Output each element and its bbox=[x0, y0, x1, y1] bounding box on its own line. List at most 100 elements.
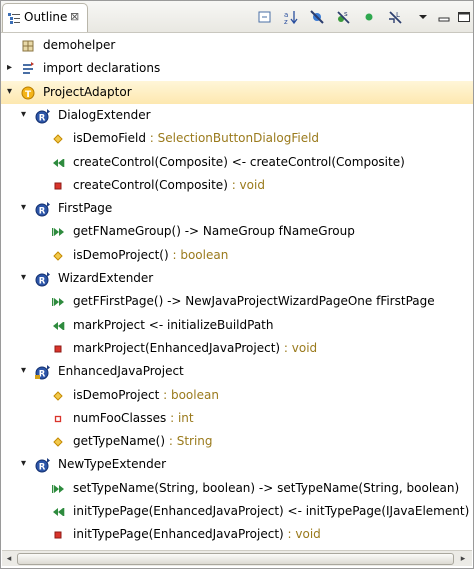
role-bound-icon: R bbox=[35, 365, 50, 380]
svg-text:T: T bbox=[25, 90, 32, 100]
close-icon[interactable]: ⊠ bbox=[70, 10, 79, 23]
tree-item[interactable]: getTypeName() : String bbox=[1, 430, 473, 453]
tree-item[interactable]: getFNameGroup() -> NameGroup fNameGroup bbox=[1, 220, 473, 243]
callout-icon bbox=[52, 485, 64, 493]
tree-item-label: createControl(Composite) <- createContro… bbox=[73, 155, 405, 169]
tree-item-label: isDemoField : SelectionButtonDialogField bbox=[73, 131, 320, 145]
private-method-icon bbox=[54, 345, 62, 353]
tree-item[interactable]: createControl(Composite) : void bbox=[1, 174, 473, 197]
twisty-collapsed-icon[interactable]: ▸ bbox=[7, 61, 17, 75]
outline-view: Outline ⊠ az s L demohelper ▸ import declara… bbox=[0, 0, 474, 569]
view-header: Outline ⊠ az s L bbox=[1, 1, 473, 33]
tree-item-label: getTypeName() : String bbox=[73, 434, 213, 448]
private-field-icon bbox=[54, 415, 62, 423]
minimize-button[interactable] bbox=[436, 9, 452, 25]
horizontal-scrollbar[interactable]: ◂ ▸ bbox=[2, 550, 472, 566]
svg-text:z: z bbox=[284, 18, 288, 25]
tree-item[interactable]: ▾ R NewTypeExtender bbox=[1, 453, 473, 476]
callout-icon bbox=[52, 228, 64, 236]
sort-az-button[interactable]: az bbox=[283, 9, 299, 26]
tree-item[interactable]: ▸ import declarations bbox=[1, 57, 473, 80]
tree-item-label: createControl(Composite) : void bbox=[73, 178, 265, 192]
field-diamond-icon bbox=[53, 251, 63, 261]
callin-icon bbox=[53, 322, 65, 330]
tree-item-label: markProject(EnhancedJavaProject) : void bbox=[73, 341, 318, 355]
field-diamond-icon bbox=[53, 134, 63, 144]
twisty-expanded-icon[interactable]: ▾ bbox=[21, 364, 31, 378]
tree-item[interactable]: ▾ T ProjectAdaptor bbox=[1, 81, 473, 104]
private-method-icon bbox=[54, 182, 62, 190]
hide-local-types-button[interactable]: L bbox=[387, 9, 403, 25]
tree-item-label: getFNameGroup() -> NameGroup fNameGroup bbox=[73, 224, 355, 238]
hide-fields-icon bbox=[310, 10, 324, 24]
collapse-all-button[interactable] bbox=[257, 9, 273, 25]
tree-item-label: EnhancedJavaProject bbox=[58, 364, 184, 378]
tree-item-label: WizardExtender bbox=[58, 271, 154, 285]
tree-item[interactable]: createControl(Composite) <- createContro… bbox=[1, 151, 473, 174]
scroll-right-icon[interactable]: ▸ bbox=[458, 554, 468, 564]
tree-item-label: getFFirstPage() -> NewJavaProjectWizardP… bbox=[73, 294, 435, 308]
tree-item[interactable]: ▾ R WizardExtender bbox=[1, 267, 473, 290]
aspect-icon: T bbox=[21, 86, 35, 100]
scroll-left-icon[interactable]: ◂ bbox=[4, 554, 14, 564]
tree-item[interactable]: markProject(EnhancedJavaProject) : void bbox=[1, 337, 473, 360]
role-icon: R bbox=[35, 272, 50, 287]
tree-item[interactable]: isDemoField : SelectionButtonDialogField bbox=[1, 127, 473, 150]
tree-item-label: initTypePage(EnhancedJavaProject) <- ini… bbox=[73, 504, 470, 518]
role-icon: R bbox=[35, 109, 50, 124]
tree-item[interactable]: isDemoProject() : boolean bbox=[1, 244, 473, 267]
view-menu-icon bbox=[419, 15, 427, 19]
tree-item[interactable]: initTypePage(EnhancedJavaProject) <- ini… bbox=[1, 500, 473, 523]
tab-outline[interactable]: Outline ⊠ bbox=[2, 3, 88, 32]
svg-text:R: R bbox=[39, 277, 46, 287]
tree-item-label: FirstPage bbox=[58, 201, 113, 215]
tree-item[interactable]: initTypePage(EnhancedJavaProject) : void bbox=[1, 523, 473, 546]
tree-item[interactable]: ▾ R FirstPage bbox=[1, 197, 473, 220]
tree-item-label: NewTypeExtender bbox=[58, 457, 167, 471]
role-icon: R bbox=[35, 458, 50, 473]
tree-item[interactable]: demohelper bbox=[1, 34, 473, 57]
tree-item[interactable]: ▾ R EnhancedJavaProject bbox=[1, 360, 473, 383]
hide-fields-button[interactable] bbox=[309, 9, 325, 25]
role-icon: R bbox=[35, 202, 50, 217]
minimize-icon bbox=[438, 17, 450, 22]
svg-text:R: R bbox=[39, 114, 46, 124]
tree-item[interactable]: ▾ R DialogExtender bbox=[1, 104, 473, 127]
svg-text:L: L bbox=[396, 11, 400, 19]
hide-static-button[interactable]: s bbox=[335, 9, 351, 25]
callin-icon bbox=[53, 159, 65, 167]
twisty-expanded-icon[interactable]: ▾ bbox=[21, 108, 31, 122]
tree-item-label: setTypeName(String, boolean) -> setTypeN… bbox=[73, 481, 460, 495]
tree-item[interactable]: numFooClasses : int bbox=[1, 407, 473, 430]
tree-item[interactable]: isDemoProject : boolean bbox=[1, 384, 473, 407]
tree-item-label: demohelper bbox=[43, 38, 116, 52]
outline-icon bbox=[8, 13, 20, 24]
twisty-expanded-icon[interactable]: ▾ bbox=[21, 457, 31, 471]
field-diamond-icon bbox=[53, 391, 63, 401]
private-method-icon bbox=[54, 531, 62, 539]
svg-text:R: R bbox=[39, 463, 46, 473]
view-menu-button[interactable] bbox=[415, 9, 431, 25]
svg-text:R: R bbox=[39, 207, 46, 217]
tree-item-label: ProjectAdaptor bbox=[43, 85, 132, 99]
scrollbar-thumb[interactable] bbox=[17, 553, 454, 565]
twisty-expanded-icon[interactable]: ▾ bbox=[21, 201, 31, 215]
hide-local-types-icon: L bbox=[389, 11, 402, 24]
collapse-all-icon bbox=[258, 11, 271, 23]
tree-item-label: import declarations bbox=[43, 61, 161, 75]
tree-item-label: isDemoProject() : boolean bbox=[73, 248, 229, 262]
tree-item-label: isDemoProject : boolean bbox=[73, 388, 219, 402]
hide-nonpublic-button[interactable] bbox=[361, 9, 377, 25]
tree-item-label: DialogExtender bbox=[58, 108, 151, 122]
sort-az-icon: az bbox=[284, 11, 298, 26]
tree-item[interactable]: markProject <- initializeBuildPath bbox=[1, 314, 473, 337]
twisty-expanded-icon[interactable]: ▾ bbox=[21, 271, 31, 285]
package-icon bbox=[22, 40, 34, 52]
field-diamond-icon bbox=[53, 437, 63, 447]
maximize-button[interactable] bbox=[456, 9, 472, 25]
tree-item[interactable]: getFFirstPage() -> NewJavaProjectWizardP… bbox=[1, 290, 473, 313]
tab-title: Outline bbox=[24, 10, 68, 24]
tree-item[interactable]: setTypeName(String, boolean) -> setTypeN… bbox=[1, 477, 473, 500]
hide-nonpublic-icon bbox=[365, 13, 373, 21]
twisty-expanded-icon[interactable]: ▾ bbox=[7, 85, 17, 99]
